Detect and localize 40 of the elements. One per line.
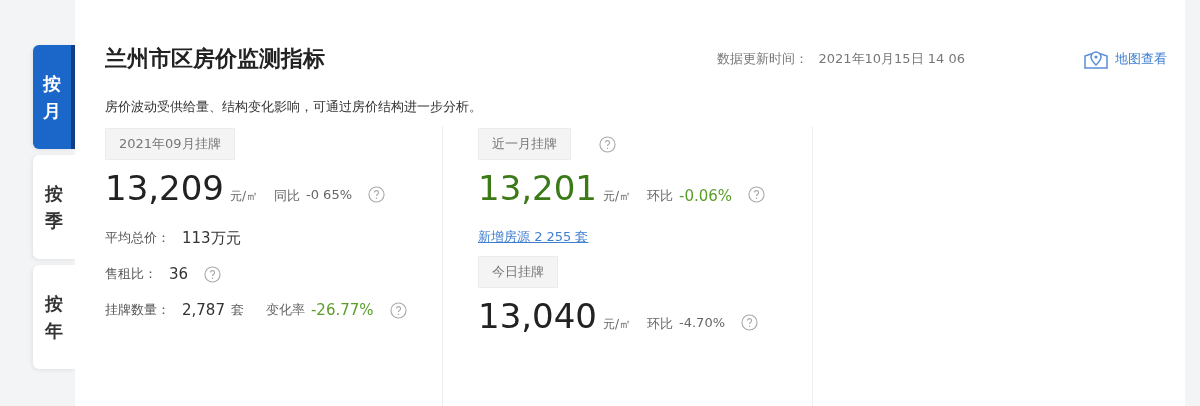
stat-label: 平均总价：	[105, 229, 170, 247]
period-tab[interactable]: 按月	[33, 45, 75, 149]
stat-value: 36	[169, 265, 189, 283]
change-value: -26.77%	[310, 301, 374, 319]
page-title: 兰州市区房价监测指标	[105, 45, 325, 73]
change-value: -4.70%	[679, 315, 725, 332]
new-listings-link[interactable]: 新增房源 2 255 套	[478, 228, 589, 246]
price-unit: 元/㎡	[602, 316, 631, 333]
price-value: 13,040	[478, 296, 597, 336]
period-tag: 近一月挂牌	[478, 128, 571, 160]
stat-label: 挂牌数量：	[105, 301, 170, 319]
help-icon[interactable]	[368, 185, 385, 203]
map-view-text[interactable]: 地图查看	[1115, 50, 1167, 68]
stat-unit: 套	[230, 301, 244, 319]
update-label: 数据更新时间：	[717, 50, 809, 68]
update-time: 2021年10月15日 14 06	[818, 50, 965, 68]
period-tag: 今日挂牌	[478, 256, 558, 288]
price-value: 13,209	[105, 168, 224, 208]
price-value: 13,201	[478, 168, 597, 208]
help-icon[interactable]	[389, 301, 407, 319]
stat-label: 售租比：	[105, 265, 157, 283]
help-icon[interactable]	[599, 135, 616, 153]
change-value: -0 65%	[306, 187, 352, 204]
change-label: 变化率	[265, 301, 305, 319]
help-icon[interactable]	[204, 265, 222, 283]
help-icon[interactable]	[741, 313, 758, 331]
change-label: 同比	[274, 187, 300, 205]
help-icon[interactable]	[748, 185, 766, 203]
description-text: 房价波动受供给量、结构变化影响，可通过房价结构进一步分析。	[105, 98, 483, 116]
period-tag: 2021年09月挂牌	[105, 128, 235, 160]
map-pin-icon	[1083, 48, 1109, 70]
period-tab[interactable]: 按年	[33, 265, 75, 369]
stat-value: 113万元	[182, 228, 241, 248]
price-unit: 元/㎡	[602, 188, 631, 205]
stat-value: 2,787	[182, 301, 225, 319]
change-value: -0.06%	[679, 187, 733, 205]
change-label: 环比	[647, 187, 673, 205]
change-label: 环比	[647, 315, 673, 333]
period-tab[interactable]: 按季	[33, 155, 75, 259]
price-unit: 元/㎡	[229, 188, 258, 205]
